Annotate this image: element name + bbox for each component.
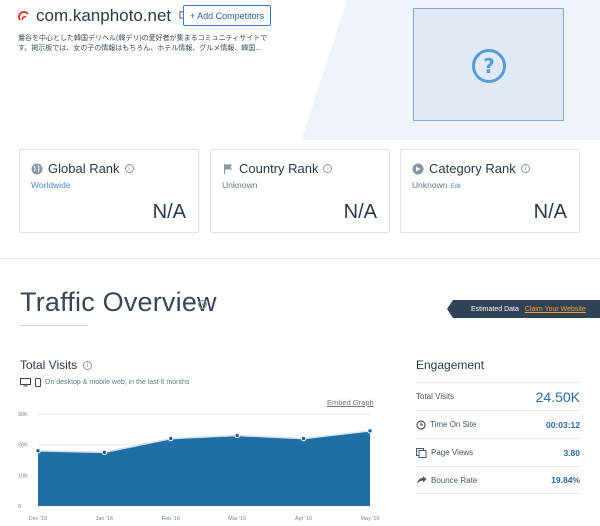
category-rank-title-wrap: Category Rank i xyxy=(412,161,530,176)
mobile-icon xyxy=(35,378,41,387)
section-divider xyxy=(0,258,600,259)
engagement-label: Bounce Rate xyxy=(431,475,478,485)
x-tick-label: Feb '16 xyxy=(162,516,180,522)
engagement-row-page-views: Page Views 3.80 xyxy=(416,438,580,466)
total-visits-title-wrap: Total Visits i xyxy=(20,358,93,372)
engagement-label: Page Views xyxy=(431,448,474,457)
visits-point[interactable] xyxy=(367,428,373,434)
info-icon[interactable]: i xyxy=(198,300,207,309)
info-icon[interactable]: i xyxy=(520,164,530,173)
visits-point[interactable] xyxy=(234,432,240,439)
question-icon: ? xyxy=(472,49,506,83)
total-visits-subtitle: On desktop & mobile web, in the last 6 m… xyxy=(45,379,190,386)
engagement-row-total-visits: Total Visits 24.50K xyxy=(416,382,580,410)
global-rank-value: N/A xyxy=(152,201,186,223)
estimated-data-banner: Estimated Data Claim Your Website xyxy=(453,300,600,318)
x-tick-label: Dec '15 xyxy=(29,516,47,522)
category-rank-sub: Unknown xyxy=(412,180,448,190)
flag-icon xyxy=(224,163,232,174)
edit-category-link[interactable]: Edit xyxy=(450,184,460,190)
y-tick-label: 30K xyxy=(18,412,28,418)
x-tick-label: Apr '16 xyxy=(295,516,312,522)
desktop-icon xyxy=(20,378,31,387)
engagement-value: 19.84% xyxy=(551,475,580,485)
visits-area xyxy=(38,430,370,506)
estimated-data-label: Estimated Data xyxy=(471,305,519,313)
category-rank-sub-wrap: Unknown Edit xyxy=(412,180,461,190)
engagement-label-wrap: Page Views xyxy=(416,447,474,458)
country-rank-title-wrap: Country Rank i xyxy=(222,161,333,176)
traffic-overview-title: Traffic Overview xyxy=(20,287,217,317)
info-icon[interactable]: i xyxy=(83,360,93,370)
globe-icon xyxy=(31,163,43,174)
x-tick-label: Jan '16 xyxy=(96,516,114,522)
x-tick-label: May '16 xyxy=(360,516,379,522)
add-competitors-button[interactable]: + Add Competitors xyxy=(183,5,271,26)
y-tick-label: 0 xyxy=(18,504,21,510)
engagement-label-wrap: Time On Site xyxy=(416,419,477,430)
site-title-wrap: com.kanphoto.net xyxy=(18,6,188,26)
country-rank-card: Country Rank i Unknown N/A xyxy=(210,149,390,233)
engagement-label: Time On Site xyxy=(430,420,477,429)
global-rank-title: Global Rank xyxy=(48,161,120,176)
pages-icon xyxy=(416,447,427,458)
engagement-value: 3.80 xyxy=(563,447,580,458)
info-icon[interactable]: i xyxy=(323,164,333,173)
visits-point[interactable] xyxy=(168,435,174,442)
clock-icon xyxy=(416,419,426,430)
global-rank-title-wrap: Global Rank i xyxy=(31,161,134,176)
visits-point[interactable] xyxy=(101,449,108,456)
total-visits-title: Total Visits xyxy=(20,358,78,372)
bounce-icon xyxy=(417,476,427,484)
title-underline xyxy=(20,325,88,326)
visits-point[interactable] xyxy=(35,448,41,454)
embed-graph-link[interactable]: Embed Graph xyxy=(327,398,374,407)
site-title[interactable]: com.kanphoto.net xyxy=(36,6,171,26)
country-rank-title: Country Rank xyxy=(239,161,319,176)
engagement-row-bounce-rate: Bounce Rate 19.84% xyxy=(416,466,580,494)
category-icon xyxy=(412,163,424,174)
total-visits-subtitle-wrap: On desktop & mobile web, in the last 6 m… xyxy=(20,378,189,387)
engagement-label-wrap: Bounce Rate xyxy=(416,475,477,485)
favicon-icon xyxy=(18,11,29,21)
category-rank-value: N/A xyxy=(533,201,567,223)
engagement-value: 24.50K xyxy=(535,388,580,405)
country-rank-value: N/A xyxy=(343,201,377,223)
global-rank-sub[interactable]: Worldwide xyxy=(31,180,71,190)
y-tick-label: 10K xyxy=(18,473,28,479)
total-visits-chart: 0 10K 20K 30K Dec '15 Jan '16 Feb '16 Mar '16 Ap… xyxy=(18,412,380,522)
site-header: com.kanphoto.net + Add Competitors 鶯谷を中心… xyxy=(0,0,600,140)
visits-point[interactable] xyxy=(300,435,307,442)
y-tick-label: 20K xyxy=(18,443,28,449)
engagement-title: Engagement xyxy=(416,358,485,372)
engagement-value: 00:03:12 xyxy=(545,419,580,430)
engagement-label: Total Visits xyxy=(416,392,455,401)
info-icon[interactable]: i xyxy=(124,164,134,173)
global-rank-card: Global Rank i Worldwide N/A xyxy=(19,149,199,233)
country-rank-sub: Unknown xyxy=(222,180,258,190)
rank-cards: Global Rank i Worldwide N/A Country Rank… xyxy=(0,140,600,255)
site-thumbnail: ? xyxy=(413,8,564,121)
x-tick-label: Mar '16 xyxy=(228,516,246,522)
category-rank-title: Category Rank xyxy=(429,161,516,176)
category-rank-card: Category Rank i Unknown Edit N/A xyxy=(400,149,580,233)
engagement-row-time-on-site: Time On Site 00:03:12 xyxy=(416,410,580,438)
claim-website-link[interactable]: Claim Your Website xyxy=(525,306,586,313)
site-description: 鶯谷を中心とした韓国デリヘル(韓デリ)の愛好者が集まるコミュニティサイトです。掲… xyxy=(18,35,268,52)
